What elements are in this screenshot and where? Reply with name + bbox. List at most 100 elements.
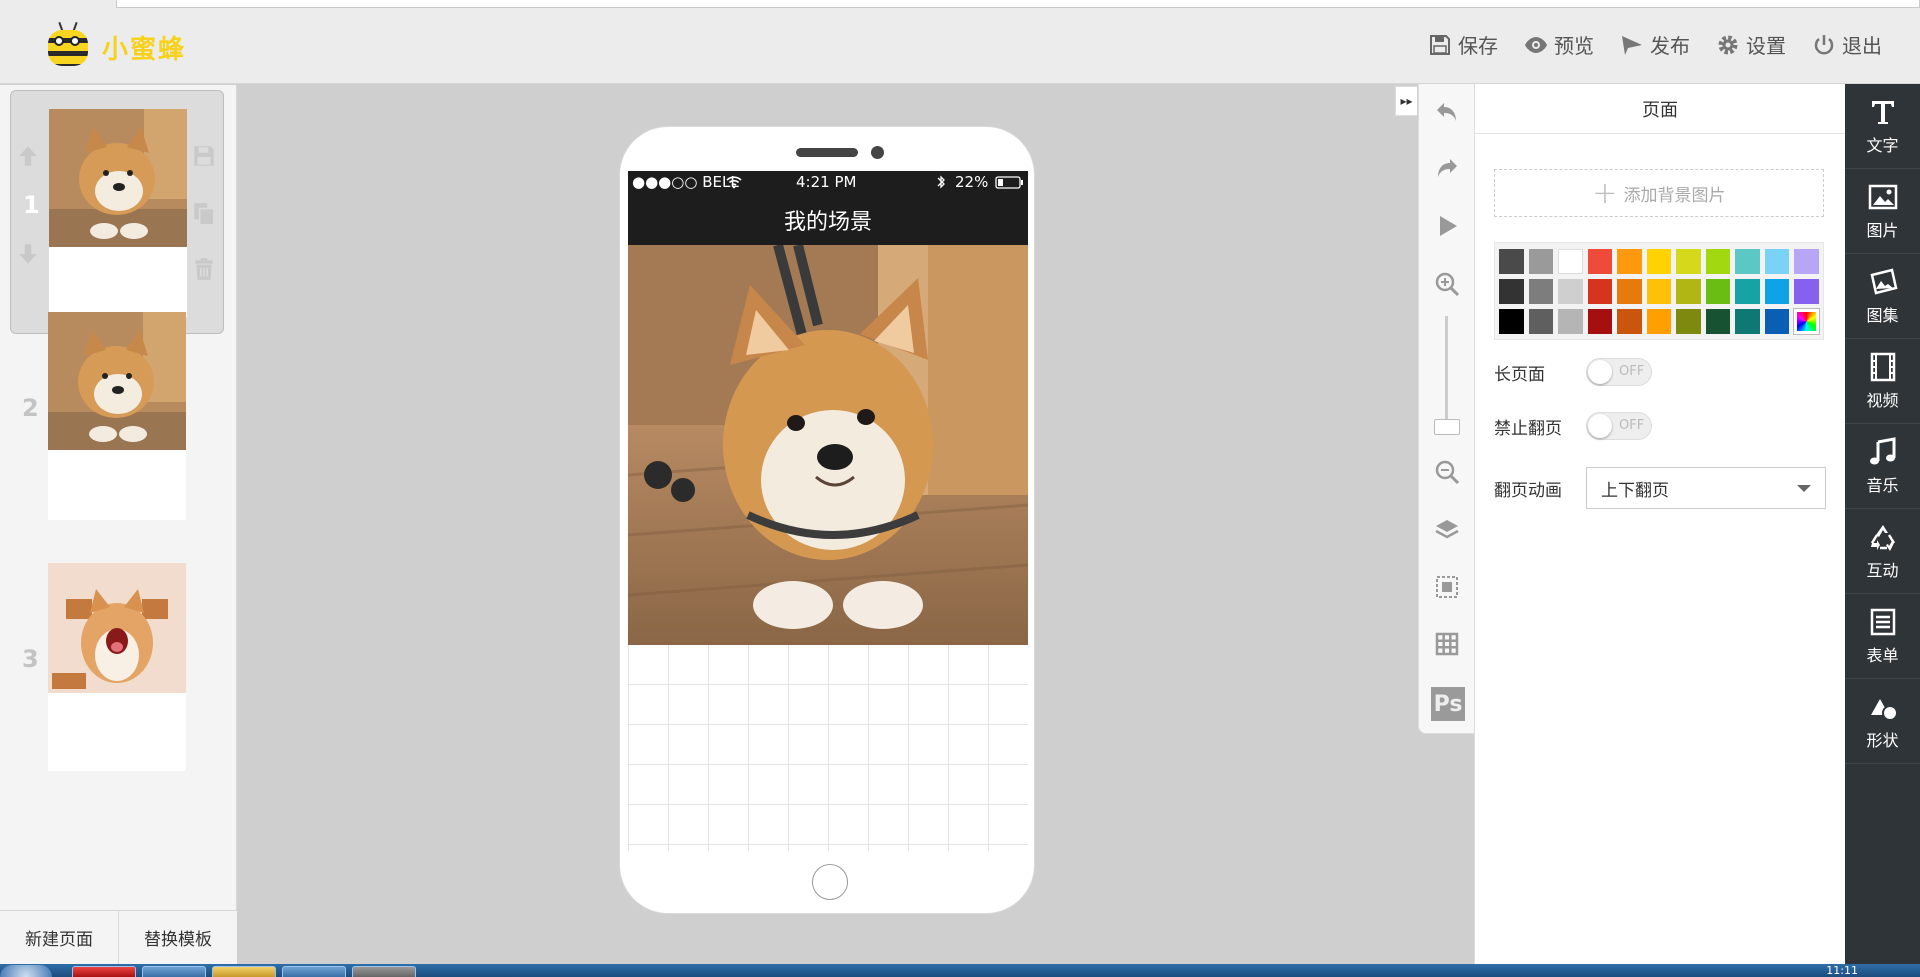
phone-screen[interactable]: ●●●○○ BELL 4:21 PM 22% 我的场景 <box>628 171 1028 851</box>
plus-icon: + <box>1592 175 1618 211</box>
color-swatch[interactable] <box>1587 279 1613 304</box>
color-swatch[interactable] <box>1705 309 1731 334</box>
color-swatch[interactable] <box>1676 309 1701 334</box>
shiba-yawning-thumb <box>48 563 186 693</box>
page-list-footer: 新建页面 替换模板 <box>0 910 237 964</box>
shiba-photo[interactable] <box>628 245 1028 645</box>
add-image-button[interactable]: 图片 <box>1845 169 1920 254</box>
save-button[interactable]: 保存 <box>1428 30 1498 59</box>
color-swatch[interactable] <box>1528 309 1554 334</box>
taskbar-app-1[interactable] <box>72 966 136 977</box>
bluetooth-icon <box>937 175 945 189</box>
color-swatch[interactable] <box>1764 309 1790 334</box>
color-swatch[interactable] <box>1735 249 1760 274</box>
taskbar-app-5[interactable] <box>352 966 416 977</box>
play-icon[interactable] <box>1433 212 1461 240</box>
color-swatch[interactable] <box>1735 279 1760 304</box>
delete-page-icon[interactable] <box>191 256 217 282</box>
add-background-image-button[interactable]: + 添加背景图片 <box>1494 169 1824 217</box>
replace-template-button[interactable]: 替换模板 <box>118 911 237 964</box>
color-swatch[interactable] <box>1528 279 1554 304</box>
color-swatch[interactable] <box>1587 249 1613 274</box>
toggle-knob <box>1588 414 1612 438</box>
color-swatch[interactable] <box>1617 309 1642 334</box>
color-swatch[interactable] <box>1558 309 1583 334</box>
add-music-button[interactable]: 音乐 <box>1845 424 1920 509</box>
long-page-toggle[interactable]: OFF <box>1586 358 1652 386</box>
app-logo[interactable]: 小蜜蜂 <box>42 21 186 72</box>
color-swatch[interactable] <box>1646 249 1672 274</box>
undo-icon[interactable] <box>1433 98 1461 126</box>
copy-page-icon[interactable] <box>191 201 217 227</box>
color-swatch[interactable] <box>1617 279 1642 304</box>
long-page-label: 长页面 <box>1494 364 1545 385</box>
color-swatch[interactable] <box>1794 249 1820 274</box>
color-swatch[interactable] <box>1676 249 1701 274</box>
publish-button[interactable]: 发布 <box>1620 30 1690 59</box>
add-video-button[interactable]: 视频 <box>1845 339 1920 424</box>
add-gallery-button[interactable]: 图集 <box>1845 254 1920 339</box>
taskbar-app-3[interactable] <box>212 966 276 977</box>
zoom-out-icon[interactable] <box>1433 458 1461 486</box>
os-taskbar: 11:11 <box>0 964 1920 977</box>
new-page-button[interactable]: 新建页面 <box>0 911 118 964</box>
photoshop-import-icon[interactable]: Ps <box>1431 687 1465 721</box>
save-page-icon[interactable] <box>191 143 217 169</box>
settings-button[interactable]: 设置 <box>1716 30 1786 59</box>
color-swatch[interactable] <box>1617 249 1642 274</box>
toggle-knob <box>1588 360 1612 384</box>
preview-button[interactable]: 预览 <box>1524 30 1594 59</box>
page-thumb-3[interactable]: 3 <box>10 545 224 789</box>
color-swatch[interactable] <box>1676 279 1701 304</box>
taskbar-app-2[interactable] <box>142 966 206 977</box>
color-swatch[interactable] <box>1646 279 1672 304</box>
add-text-button[interactable]: 文字 <box>1845 84 1920 169</box>
color-swatch[interactable] <box>1499 309 1524 334</box>
select-area-icon[interactable] <box>1433 573 1461 601</box>
zoom-slider-handle[interactable] <box>1434 419 1460 435</box>
phone-camera <box>871 146 884 159</box>
move-up-icon[interactable] <box>15 143 41 169</box>
add-background-label: 添加背景图片 <box>1623 185 1726 206</box>
layers-icon[interactable] <box>1433 516 1461 544</box>
color-swatch[interactable] <box>1646 309 1672 334</box>
color-swatch[interactable] <box>1528 249 1554 274</box>
redo-icon[interactable] <box>1433 154 1461 182</box>
canvas-grid[interactable] <box>628 645 1028 851</box>
page-list-panel: 1 2 3 新建页面 替换模板 <box>0 85 237 964</box>
page-thumb-2[interactable]: 2 <box>10 294 224 538</box>
color-swatch[interactable] <box>1705 249 1731 274</box>
color-swatch[interactable] <box>1499 249 1524 274</box>
phone-home-button <box>812 864 848 900</box>
add-form-button[interactable]: 表单 <box>1845 594 1920 679</box>
color-swatch[interactable] <box>1794 279 1820 304</box>
disable-flip-toggle[interactable]: OFF <box>1586 412 1652 440</box>
send-icon <box>1622 35 1642 55</box>
grid-icon[interactable] <box>1433 630 1461 658</box>
color-swatch[interactable] <box>1735 309 1760 334</box>
add-shape-button[interactable]: 形状 <box>1845 679 1920 764</box>
taskbar-app-4[interactable] <box>282 966 346 977</box>
component-toolbar: 文字 图片 图集 视频 音乐 互动 表单 形状 <box>1845 84 1920 964</box>
color-swatch[interactable] <box>1705 279 1731 304</box>
color-swatch[interactable] <box>1558 279 1583 304</box>
logout-button[interactable]: 退出 <box>1812 30 1882 59</box>
zoom-slider-track[interactable] <box>1445 316 1448 434</box>
add-interaction-button[interactable]: 互动 <box>1845 509 1920 594</box>
add-image-label: 图片 <box>1866 221 1899 240</box>
browser-address-strip[interactable] <box>116 0 1920 8</box>
move-down-icon[interactable] <box>15 241 41 267</box>
battery-icon <box>995 176 1023 189</box>
start-button[interactable] <box>0 965 52 977</box>
ios-status-bar: ●●●○○ BELL 4:21 PM 22% <box>628 171 1028 194</box>
flip-animation-select[interactable]: 上下翻页 <box>1586 467 1826 509</box>
custom-color-picker-icon[interactable] <box>1794 309 1819 334</box>
color-swatch[interactable] <box>1587 309 1613 334</box>
color-swatch[interactable] <box>1499 279 1524 304</box>
zoom-in-icon[interactable] <box>1433 270 1461 298</box>
color-swatch[interactable] <box>1764 279 1790 304</box>
color-swatch[interactable] <box>1558 249 1583 274</box>
color-swatch[interactable] <box>1764 249 1790 274</box>
scene-title[interactable]: 我的场景 <box>628 194 1028 245</box>
collapse-toggle[interactable]: ▸▸ <box>1395 86 1417 116</box>
